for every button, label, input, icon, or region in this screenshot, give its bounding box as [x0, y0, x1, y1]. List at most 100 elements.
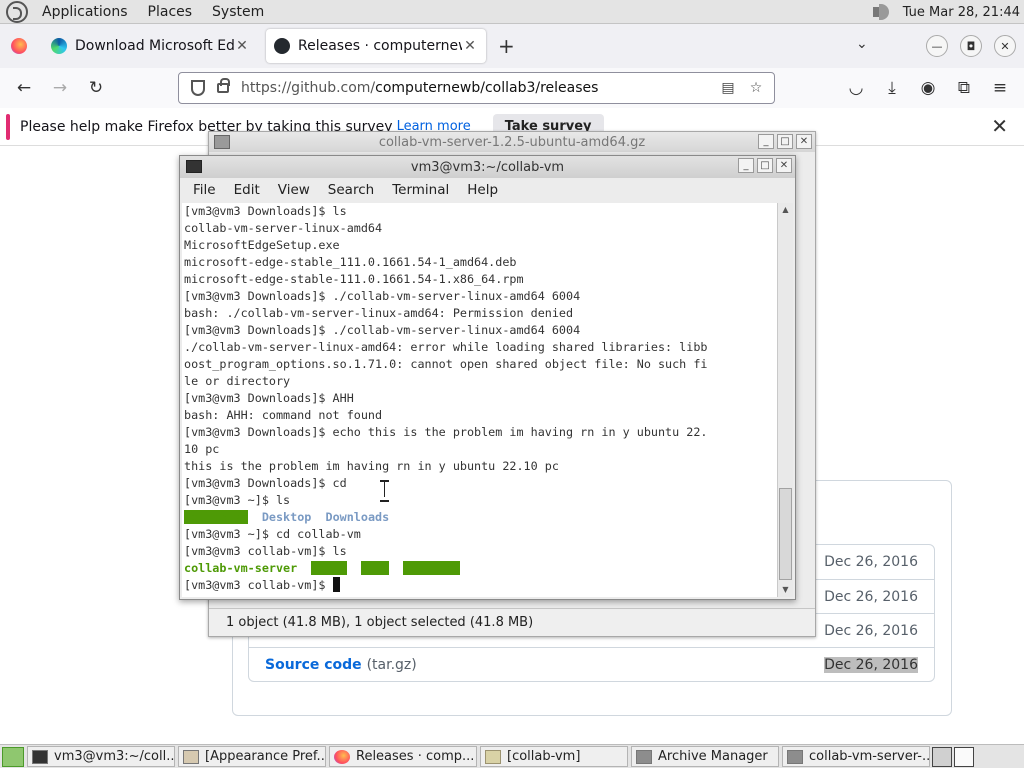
navigation-bar: ← → ↻ https://github.com/computernewb/co…: [0, 68, 1024, 108]
asset-row[interactable]: Source code (tar.gz) Dec 26, 2016: [249, 647, 934, 681]
terminal-line: [vm3@vm3 Downloads]$ ls: [184, 204, 347, 218]
terminal-line: MicrosoftEdgeSetup.exe: [184, 238, 340, 252]
taskbar: vm3@vm3:~/coll... [Appearance Pref... Re…: [0, 744, 1024, 768]
close-tab-icon[interactable]: ✕: [462, 38, 478, 54]
task-firefox[interactable]: Releases · comp...: [329, 746, 477, 767]
menu-places[interactable]: Places: [142, 4, 199, 20]
tab-label: Download Microsoft Edge: [75, 38, 234, 54]
scrollbar-thumb[interactable]: [779, 488, 792, 580]
chevron-down-icon[interactable]: ⌄: [856, 36, 868, 52]
top-panel: Applications Places System Tue Mar 28, 2…: [0, 0, 1024, 24]
terminal-line: [vm3@vm3 Downloads]$ AHH: [184, 391, 354, 405]
task-label: Releases · comp...: [356, 749, 475, 764]
terminal-output[interactable]: [vm3@vm3 Downloads]$ ls collab-vm-server…: [182, 203, 777, 597]
terminal-line: [vm3@vm3 Downloads]$ cd: [184, 476, 347, 490]
terminal-line: [vm3@vm3 ~]$ cd collab-vm: [184, 527, 361, 541]
downloads-icon[interactable]: ⤓: [882, 78, 902, 98]
terminal-line: [vm3@vm3 collab-vm]$ ls: [184, 544, 347, 558]
terminal-line: bash: ./collab-vm-server-linux-amd64: Pe…: [184, 306, 574, 320]
workspace-2[interactable]: [954, 746, 974, 767]
ls-entry-exec: collab-vm-server: [184, 561, 298, 575]
url-host: https://github.com/: [241, 80, 376, 96]
reload-icon[interactable]: ↻: [86, 78, 106, 98]
show-desktop-icon[interactable]: [2, 746, 24, 767]
terminal-line: [vm3@vm3 Downloads]$ ./collab-vm-server-…: [184, 289, 581, 303]
task-collab-vm-folder[interactable]: [collab-vm]: [480, 746, 628, 767]
terminal-line: collab-vm-server-linux-amd64: [184, 221, 383, 235]
task-collab-vm-server-archive[interactable]: collab-vm-server-...: [782, 746, 930, 767]
menu-applications[interactable]: Applications: [36, 4, 134, 20]
workspace-1[interactable]: [932, 746, 952, 767]
bookmark-star-icon[interactable]: ☆: [746, 80, 766, 96]
minimize-icon[interactable]: —: [926, 35, 948, 57]
terminal-titlebar[interactable]: vm3@vm3:~/collab-vm _ □ ✕: [180, 156, 795, 178]
maximize-icon[interactable]: □: [757, 158, 773, 173]
asset-date: Dec 26, 2016: [824, 622, 918, 639]
archive-icon: [214, 135, 230, 149]
scroll-up-icon[interactable]: ▲: [778, 203, 793, 217]
url-text[interactable]: https://github.com/computernewb/collab3/…: [241, 80, 718, 96]
close-icon[interactable]: ✕: [796, 134, 812, 149]
menu-terminal[interactable]: Terminal: [383, 182, 458, 198]
text-cursor: [332, 577, 340, 592]
close-icon[interactable]: ✕: [776, 158, 792, 173]
asset-date: Dec 26, 2016: [824, 656, 918, 673]
new-tab-icon[interactable]: +: [498, 34, 515, 58]
firefox-view-icon[interactable]: [11, 38, 27, 54]
menu-system[interactable]: System: [206, 4, 270, 20]
minimize-icon[interactable]: _: [758, 134, 774, 149]
volume-icon[interactable]: [871, 3, 897, 21]
asset-date: Dec 26, 2016: [824, 554, 918, 570]
menu-help[interactable]: Help: [458, 182, 507, 198]
terminal-scrollbar[interactable]: ▲ ▼: [777, 203, 793, 597]
task-terminal[interactable]: vm3@vm3:~/coll...: [27, 746, 175, 767]
terminal-line: this is the problem im having rn in y ub…: [184, 459, 559, 473]
back-arrow-icon[interactable]: ←: [14, 78, 34, 98]
distro-logo-icon[interactable]: [6, 0, 28, 23]
archive-icon: [787, 749, 803, 764]
task-appearance-preferences[interactable]: [Appearance Pref...: [178, 746, 326, 767]
tab-releases[interactable]: Releases · computernewb/collab3 ✕: [266, 29, 486, 63]
lock-icon[interactable]: [217, 78, 230, 93]
reader-view-icon[interactable]: ▤: [718, 80, 738, 96]
github-favicon-icon: [274, 38, 290, 54]
account-icon[interactable]: ◉: [918, 78, 938, 98]
maximize-icon[interactable]: □: [777, 134, 793, 149]
terminal-line: 10 pc: [184, 442, 220, 456]
pocket-icon[interactable]: ◡: [846, 78, 866, 98]
task-archive-manager[interactable]: Archive Manager: [631, 746, 779, 767]
task-label: vm3@vm3:~/coll...: [54, 749, 175, 764]
close-tab-icon[interactable]: ✕: [234, 38, 250, 54]
terminal-window: vm3@vm3:~/collab-vm _ □ ✕ File Edit View…: [179, 155, 796, 600]
close-window-icon[interactable]: ✕: [994, 35, 1016, 57]
terminal-icon: [186, 160, 202, 173]
terminal-line: le or directory: [184, 374, 291, 388]
terminal-icon: [32, 749, 48, 764]
folder-icon: [485, 749, 501, 764]
clock[interactable]: Tue Mar 28, 21:44: [903, 5, 1020, 20]
terminal-prompt-line[interactable]: [vm3@vm3 collab-vm]$: [184, 577, 777, 594]
extensions-icon[interactable]: ⧉: [954, 78, 974, 98]
scroll-down-icon[interactable]: ▼: [778, 583, 793, 597]
menu-file[interactable]: File: [184, 182, 225, 198]
shield-icon[interactable]: [191, 80, 205, 96]
close-notification-icon[interactable]: ✕: [991, 114, 1008, 138]
tab-bar: Download Microsoft Edge ✕ Releases · com…: [0, 24, 1024, 68]
minimize-icon[interactable]: _: [738, 158, 754, 173]
ls-home-output: collab-vm Desktop Downloads: [184, 509, 777, 526]
maximize-icon[interactable]: ◘: [960, 35, 982, 57]
window-title: collab-vm-server-1.2.5-ubuntu-amd64.gz: [378, 134, 646, 150]
firefox-icon: [334, 749, 350, 764]
notification-accent: [6, 113, 10, 140]
forward-arrow-icon[interactable]: →: [50, 78, 70, 98]
hamburger-menu-icon[interactable]: ≡: [990, 78, 1010, 98]
asset-name-source-code[interactable]: Source code (tar.gz): [265, 657, 417, 673]
menu-edit[interactable]: Edit: [225, 182, 269, 198]
asset-date: Dec 26, 2016: [824, 588, 918, 605]
tab-download-edge[interactable]: Download Microsoft Edge ✕: [43, 29, 258, 63]
archive-titlebar[interactable]: collab-vm-server-1.2.5-ubuntu-amd64.gz _…: [209, 132, 815, 152]
menu-view[interactable]: View: [269, 182, 319, 198]
url-bar[interactable]: https://github.com/computernewb/collab3/…: [178, 72, 775, 104]
task-label: Archive Manager: [658, 749, 768, 764]
menu-search[interactable]: Search: [319, 182, 383, 198]
